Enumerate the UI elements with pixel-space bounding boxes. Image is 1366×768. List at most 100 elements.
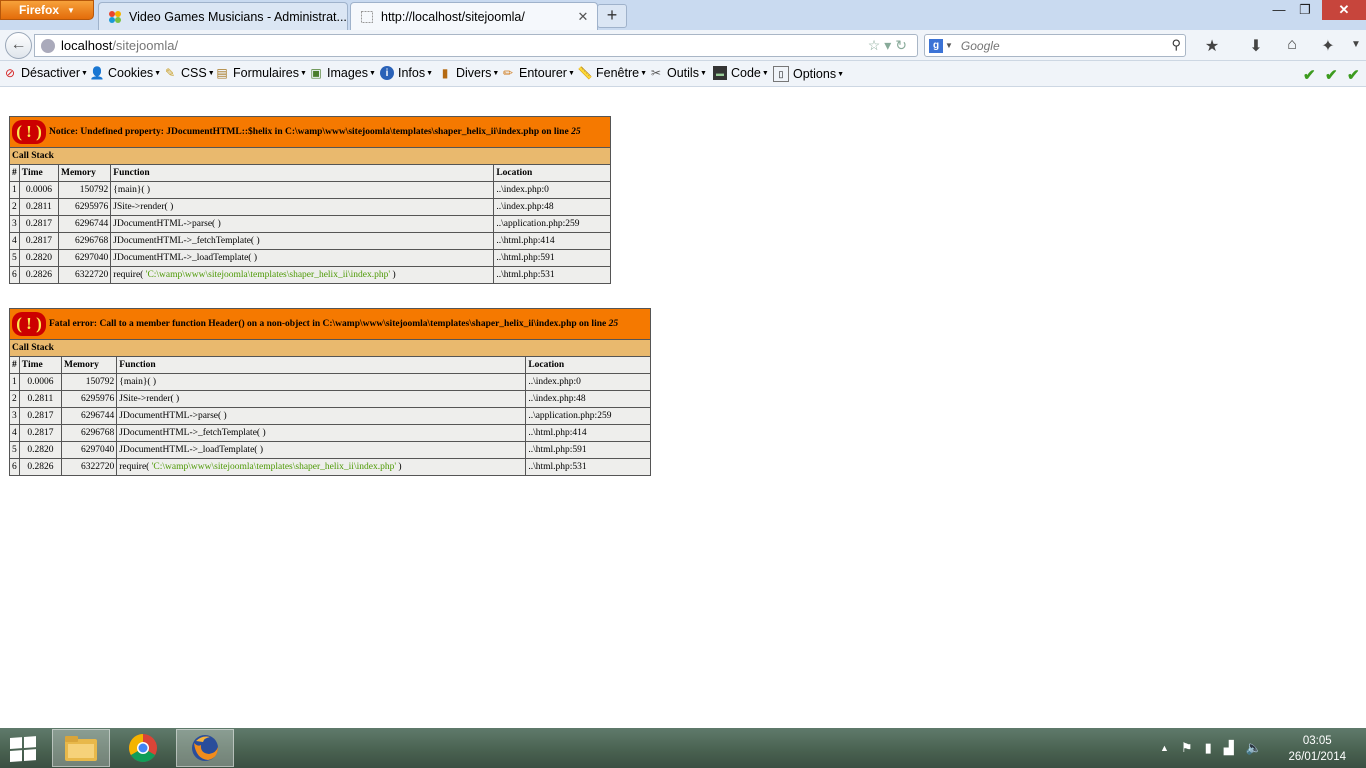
- validation-check-icon[interactable]: ✔: [1303, 66, 1316, 84]
- row-memory: 150792: [57, 181, 112, 199]
- battery-icon[interactable]: ▮: [1205, 740, 1212, 756]
- row-location: ..\index.php:0: [525, 373, 651, 391]
- search-input[interactable]: [958, 37, 1163, 54]
- chrome-taskbar-button[interactable]: [114, 729, 172, 767]
- validation-check-icon[interactable]: ✔: [1347, 66, 1360, 84]
- row-memory: 6297040: [57, 249, 112, 267]
- search-icon[interactable]: ⚲: [1171, 37, 1181, 53]
- chevron-down-icon[interactable]: ▼: [945, 41, 953, 50]
- table-row: 3 0.2817 6296744 JDocumentHTML->parse( )…: [9, 215, 611, 233]
- close-tab-icon[interactable]: ✕: [575, 9, 591, 25]
- row-time: 0.2820: [18, 441, 63, 459]
- devbar-divers[interactable]: ▮ Divers ▼: [438, 66, 500, 80]
- devbar-formulaires[interactable]: ▤ Formulaires ▼: [215, 66, 307, 80]
- addon-icon[interactable]: ✦: [1316, 36, 1340, 56]
- devbar-entourer[interactable]: ✏ Entourer ▼: [501, 66, 575, 80]
- title-bar: Firefox ▼ Video Games Musicians - Admini…: [0, 0, 1366, 30]
- row-location: ..\application.php:259: [525, 407, 651, 425]
- row-index: 4: [9, 232, 20, 250]
- action-center-flag-icon[interactable]: ⚑: [1181, 740, 1193, 756]
- new-tab-button[interactable]: +: [597, 4, 627, 28]
- bookmarks-icon[interactable]: ★: [1200, 36, 1224, 56]
- row-time: 0.2811: [18, 198, 60, 216]
- devbar-css[interactable]: ✎ CSS ▼: [163, 66, 215, 80]
- devbar-desactiver[interactable]: ⊘ Désactiver ▼: [3, 66, 88, 80]
- tools-icon: ✂: [650, 66, 662, 80]
- row-function: JSite->render( ): [116, 390, 527, 408]
- row-function: JDocumentHTML->parse( ): [110, 215, 495, 233]
- row-index: 2: [9, 198, 20, 216]
- file-explorer-taskbar-button[interactable]: [52, 729, 110, 767]
- window-close-icon[interactable]: ✕: [1322, 0, 1366, 20]
- row-time: 0.2817: [18, 215, 60, 233]
- forms-icon: ▤: [216, 66, 228, 80]
- row-function: require( 'C:\wamp\www\sitejoomla\templat…: [110, 266, 495, 284]
- devbar-options[interactable]: ▯ Options ▼: [773, 66, 844, 82]
- row-index: 3: [9, 215, 20, 233]
- devbar-infos[interactable]: i Infos ▼: [380, 66, 433, 80]
- restore-icon[interactable]: ❐: [1292, 0, 1318, 20]
- validation-check-icon[interactable]: ✔: [1325, 66, 1338, 84]
- devbar-fenetre[interactable]: 📏 Fenêtre ▼: [578, 66, 648, 80]
- devbar-outils[interactable]: ✂ Outils ▼: [649, 66, 707, 80]
- devbar-code[interactable]: ▬ Code ▼: [713, 66, 769, 80]
- url-path: /sitejoomla/: [112, 38, 179, 53]
- warning-icon: ( ! ): [12, 120, 46, 144]
- row-memory: 6296768: [57, 232, 112, 250]
- chevron-down-icon: ▼: [67, 5, 75, 15]
- downloads-icon[interactable]: ⬇: [1244, 36, 1268, 56]
- windows-start-icon[interactable]: [10, 736, 38, 762]
- error-message: Fatal error: Call to a member function H…: [49, 319, 609, 330]
- row-time: 0.2820: [18, 249, 60, 267]
- system-tray: ▲ ⚑ ▮ ▟ 🔈: [1160, 740, 1262, 756]
- tab-localhost[interactable]: http://localhost/sitejoomla/ ✕: [350, 2, 598, 30]
- table-row: 2 0.2811 6295976 JSite->render( ) ..\ind…: [9, 198, 611, 216]
- error-header: ( ! ) Notice: Undefined property: JDocume…: [9, 116, 611, 148]
- column-header: #: [9, 164, 20, 182]
- row-time: 0.0006: [18, 373, 63, 391]
- volume-icon[interactable]: 🔈: [1246, 740, 1262, 756]
- disable-icon: ⊘: [4, 66, 16, 80]
- devbar-label: CSS: [181, 66, 207, 80]
- devbar-label: Désactiver: [21, 66, 81, 80]
- firefox-icon: [192, 735, 218, 761]
- home-icon[interactable]: ⌂: [1280, 36, 1304, 54]
- column-header: Location: [525, 356, 651, 374]
- row-location: ..\html.php:531: [493, 266, 611, 284]
- table-row: 1 0.0006 150792 {main}( ) ..\index.php:0: [9, 373, 651, 391]
- bookmark-star-icon[interactable]: ☆▾↻: [868, 37, 911, 54]
- row-location: ..\index.php:0: [493, 181, 611, 199]
- tab-title: Video Games Musicians - Administrat...: [129, 9, 347, 24]
- url-bar[interactable]: localhost/sitejoomla/ ☆▾↻: [34, 34, 918, 57]
- firefox-menu-label: Firefox: [19, 3, 60, 17]
- tab-title: http://localhost/sitejoomla/: [381, 9, 525, 24]
- blank-page-icon: [359, 9, 375, 25]
- row-location: ..\index.php:48: [493, 198, 611, 216]
- minimize-icon[interactable]: —: [1266, 0, 1292, 20]
- row-memory: 6322720: [57, 266, 112, 284]
- chevron-down-icon[interactable]: ▼: [1344, 39, 1366, 50]
- row-function: JDocumentHTML->_loadTemplate( ): [110, 249, 495, 267]
- firefox-taskbar-button[interactable]: [176, 729, 234, 767]
- column-header: Time: [18, 356, 63, 374]
- xdebug-fatal-error-table: ( ! ) Fatal error: Call to a member funct…: [9, 308, 651, 476]
- network-signal-icon[interactable]: ▟: [1224, 740, 1234, 756]
- row-time: 0.2826: [18, 458, 63, 476]
- row-memory: 6296768: [60, 424, 118, 442]
- devbar-cookies[interactable]: 👤 Cookies ▼: [90, 66, 162, 80]
- search-bar[interactable]: g ▼ ⚲: [924, 34, 1186, 57]
- misc-icon: ▮: [441, 66, 449, 80]
- taskbar-clock[interactable]: 03:05 26/01/2014: [1288, 733, 1346, 765]
- function-suffix: ): [390, 270, 396, 280]
- google-icon: g: [929, 38, 943, 53]
- chevron-up-icon[interactable]: ▲: [1160, 743, 1169, 756]
- error-header: ( ! ) Fatal error: Call to a member funct…: [9, 308, 651, 340]
- devbar-images[interactable]: ▣ Images ▼: [309, 66, 376, 80]
- firefox-menu-button[interactable]: Firefox ▼: [0, 0, 94, 20]
- clock-time: 03:05: [1302, 735, 1332, 747]
- tab-administration[interactable]: Video Games Musicians - Administrat...: [98, 2, 348, 30]
- row-time: 0.2811: [18, 390, 63, 408]
- back-button[interactable]: ←: [5, 32, 32, 59]
- table-row: 3 0.2817 6296744 JDocumentHTML->parse( )…: [9, 407, 651, 425]
- joomla-icon: [107, 9, 123, 25]
